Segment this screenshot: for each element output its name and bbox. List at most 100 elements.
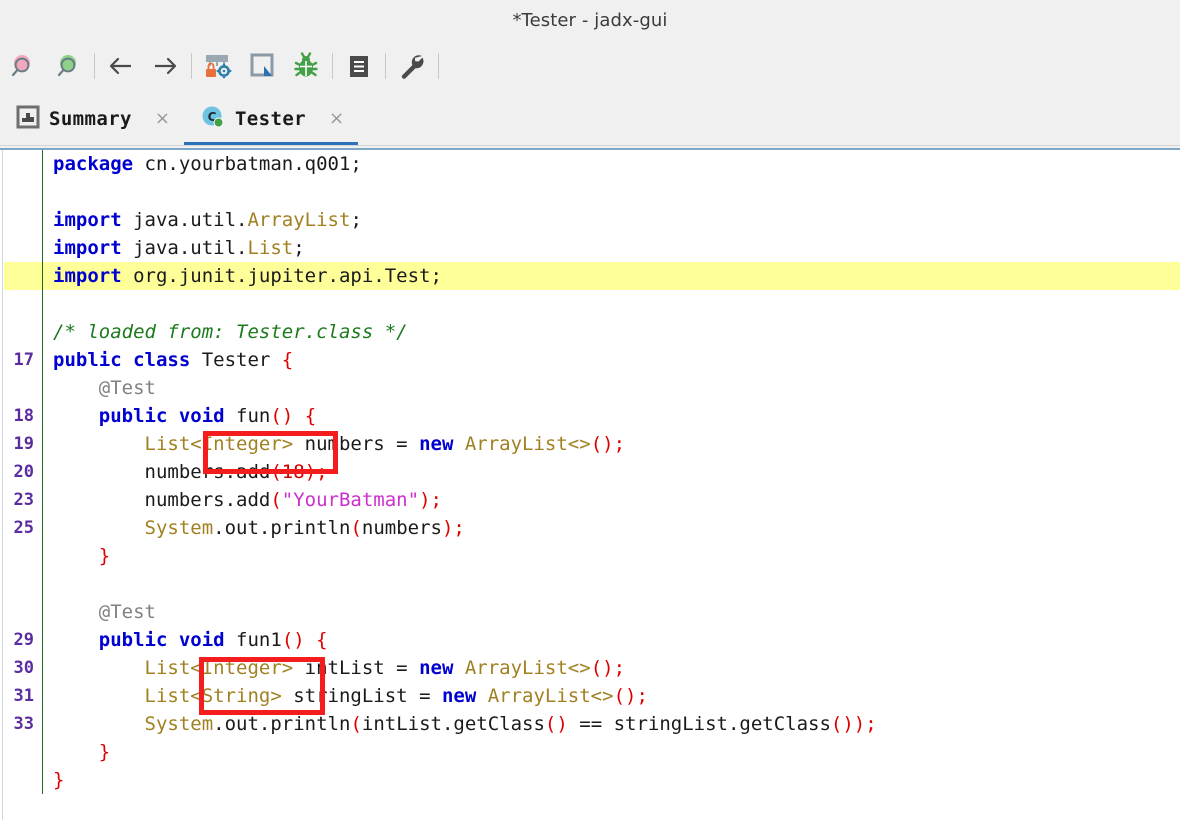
code-text[interactable]: } xyxy=(43,542,110,570)
code-line[interactable]: 31 List<String> stringList = new ArrayLi… xyxy=(4,682,1180,710)
code-token: java.util. xyxy=(121,237,248,259)
debug-bug-icon[interactable] xyxy=(284,44,328,88)
code-text[interactable]: public void fun1() { xyxy=(43,626,328,654)
code-text[interactable]: } xyxy=(43,738,110,766)
tab-summary[interactable]: Summary × xyxy=(0,92,184,146)
code-text[interactable]: numbers.add("YourBatman"); xyxy=(43,486,442,514)
code-token: fun1 xyxy=(224,629,282,651)
code-line[interactable]: 18 public void fun() { xyxy=(4,402,1180,430)
code-line[interactable]: 17 public class Tester { xyxy=(4,346,1180,374)
code-token: new xyxy=(419,433,454,455)
code-token: public void xyxy=(98,629,225,651)
jadx-gui-window: *Tester - jadx-gui Summary × C Tester × … xyxy=(0,0,1180,820)
code-text[interactable]: List<Integer> intList = new ArrayList<>(… xyxy=(43,654,626,682)
code-editor[interactable]: package cn.yourbatman.q001; import java.u… xyxy=(0,148,1180,820)
back-arrow-icon[interactable] xyxy=(99,44,143,88)
tab-tester-close-icon[interactable]: × xyxy=(329,110,344,128)
code-token: ); xyxy=(419,489,442,511)
log-icon[interactable] xyxy=(337,44,381,88)
code-line[interactable]: import java.util.ArrayList; xyxy=(4,206,1180,234)
line-number: 20 xyxy=(13,462,34,482)
code-token: new xyxy=(441,685,477,707)
code-text[interactable]: numbers.add(18); xyxy=(43,458,328,486)
code-lines-container[interactable]: package cn.yourbatman.q001; import java.u… xyxy=(4,150,1180,820)
code-line[interactable] xyxy=(4,178,1180,206)
code-token: ); xyxy=(441,517,465,539)
code-line[interactable]: 30 List<Integer> intList = new ArrayList… xyxy=(4,654,1180,682)
code-token: { xyxy=(304,405,317,427)
code-token: ); xyxy=(304,461,328,483)
editor-tab-bar: Summary × C Tester × xyxy=(0,92,1180,146)
code-text[interactable]: } xyxy=(43,766,64,794)
code-token: numbers.add xyxy=(53,461,271,483)
code-text[interactable]: import org.junit.jupiter.api.Test; xyxy=(43,262,442,290)
search-class-icon[interactable] xyxy=(2,44,46,88)
code-token: .out.println xyxy=(213,517,351,539)
code-token: package xyxy=(53,153,134,175)
code-text[interactable]: System.out.println(intList.getClass() ==… xyxy=(43,710,877,738)
code-token: @Test xyxy=(53,377,156,399)
code-line[interactable]: /* loaded from: Tester.class */ xyxy=(4,318,1180,346)
code-token: ( xyxy=(270,461,282,483)
code-line[interactable]: import java.util.List; xyxy=(4,234,1180,262)
code-text[interactable]: package cn.yourbatman.q001; xyxy=(43,150,362,178)
tab-summary-label: Summary xyxy=(49,108,132,130)
code-text[interactable]: public class Tester { xyxy=(43,346,293,374)
code-line[interactable]: import org.junit.jupiter.api.Test; xyxy=(4,262,1180,290)
main-toolbar xyxy=(0,40,1180,92)
code-token: numbers.add xyxy=(53,489,271,511)
code-line[interactable]: } xyxy=(4,766,1180,794)
code-text[interactable]: System.out.println(numbers); xyxy=(43,514,465,542)
preferences-wrench-icon[interactable] xyxy=(390,44,434,88)
code-text[interactable]: /* loaded from: Tester.class */ xyxy=(43,318,408,346)
forward-arrow-icon[interactable] xyxy=(143,44,187,88)
code-token: { xyxy=(316,629,328,651)
code-line[interactable] xyxy=(4,570,1180,598)
toolbar-separator xyxy=(332,53,333,79)
code-text[interactable]: import java.util.ArrayList; xyxy=(43,206,362,234)
code-token: () xyxy=(281,629,305,651)
code-line[interactable]: } xyxy=(4,738,1180,766)
tab-tester[interactable]: C Tester × xyxy=(183,92,359,146)
line-number: 33 xyxy=(13,714,34,734)
line-number: 17 xyxy=(13,350,34,370)
code-text[interactable]: @Test xyxy=(43,598,156,626)
code-token: { xyxy=(281,349,294,371)
code-line[interactable]: 25 System.out.println(numbers); xyxy=(4,514,1180,542)
decompile-icon[interactable] xyxy=(240,44,284,88)
code-token: ; xyxy=(350,209,362,231)
code-text[interactable]: List<Integer> numbers = new ArrayList<>(… xyxy=(43,430,626,458)
code-line[interactable]: @Test xyxy=(4,374,1180,402)
code-line[interactable]: 29 public void fun1() { xyxy=(4,626,1180,654)
deobfuscation-icon[interactable] xyxy=(196,44,240,88)
code-text[interactable]: @Test xyxy=(43,374,156,402)
code-token: () xyxy=(544,713,568,735)
code-text[interactable]: List<String> stringList = new ArrayList<… xyxy=(43,682,648,710)
code-token: 18 xyxy=(281,461,305,483)
code-token: ArrayList xyxy=(247,209,351,231)
code-line[interactable]: } xyxy=(4,542,1180,570)
code-line[interactable]: 20 numbers.add(18); xyxy=(4,458,1180,486)
class-icon: C xyxy=(200,104,226,134)
code-line[interactable]: 19 List<Integer> numbers = new ArrayList… xyxy=(4,430,1180,458)
code-token: ArrayList<> xyxy=(464,657,591,679)
search-text-icon[interactable] xyxy=(46,44,90,88)
code-token: import xyxy=(53,237,122,259)
code-line[interactable]: package cn.yourbatman.q001; xyxy=(4,150,1180,178)
code-token: (); xyxy=(590,657,626,679)
code-line[interactable]: 33 System.out.println(intList.getClass()… xyxy=(4,710,1180,738)
tab-tester-label: Tester xyxy=(234,108,307,130)
code-line[interactable] xyxy=(4,290,1180,318)
code-text[interactable]: import java.util.List; xyxy=(43,234,305,262)
tab-summary-close-icon[interactable]: × xyxy=(155,110,170,128)
code-token: } xyxy=(98,545,111,567)
code-line[interactable]: @Test xyxy=(4,598,1180,626)
code-token: java.util. xyxy=(121,209,248,231)
code-token: public void xyxy=(98,405,225,427)
code-line[interactable]: 23 numbers.add("YourBatman"); xyxy=(4,486,1180,514)
code-token: List<Integer> xyxy=(144,433,294,455)
code-text[interactable]: public void fun() { xyxy=(43,402,316,430)
